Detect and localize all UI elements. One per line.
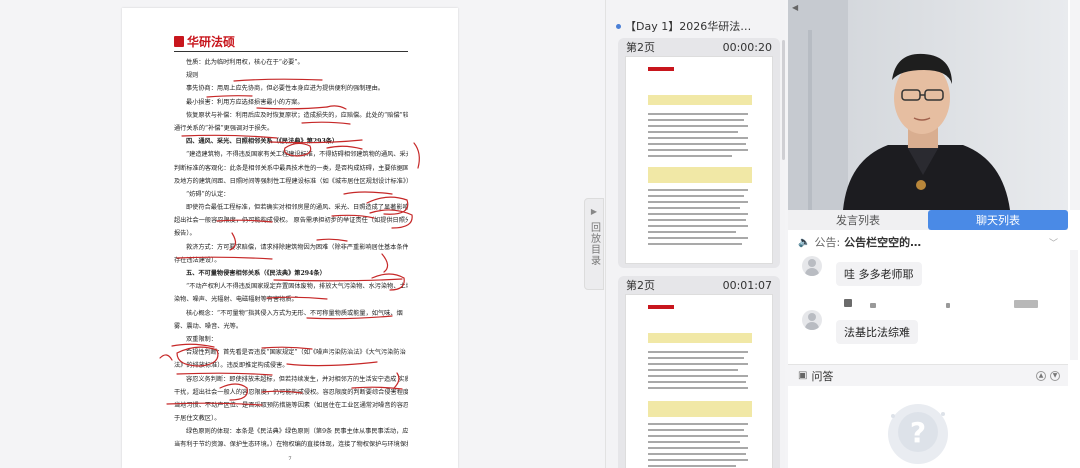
document-line: 最小损害：利用方应选择损害最小的方案。: [186, 98, 304, 106]
qa-icon: ▣: [798, 370, 808, 381]
slide-page-label: 第2页: [626, 279, 655, 292]
document-line: 当有利于节约资源、保护生态环境。）在物权编的直接体现，连接了物权保护与环境保护。: [174, 441, 408, 449]
document-logo-text: 华研法硕: [187, 35, 236, 49]
document-line: 双重限制：: [186, 335, 217, 343]
slide-timestamp: 00:00:20: [722, 40, 772, 54]
course-title: 【Day 1】2026华研法…: [616, 18, 751, 34]
slide-timestamp: 00:01:07: [722, 278, 772, 292]
header-rule: [174, 51, 408, 52]
document-line: 性质：此为临时利用权，核心在于“必要”。: [186, 59, 304, 66]
expand-arrow-icon: ▶: [590, 207, 598, 216]
slide-card[interactable]: 第2页 00:00:20: [618, 38, 780, 268]
document-line: 法》的排放标准）。违反即推定构成侵害。: [174, 362, 289, 370]
tab-speaker-list[interactable]: 发言列表: [788, 210, 928, 230]
document-page: 华研法硕 性质：此为临时利用权，核心在于“必要”。 规则事先协商：用周上应先协商，…: [122, 8, 458, 468]
avatar: [802, 256, 822, 276]
playback-directory-panel: 【Day 1】2026华研法… 第2页 00:00:20 第2页 00:01:0…: [605, 0, 785, 468]
brand-logo-icon: [174, 36, 184, 47]
document-line: 干扰，超出社会一般人的容忍限度，仍可能构成侵权。容忍限度的判断要综合侵害程度、: [174, 388, 408, 396]
course-title-text: 【Day 1】2026华研法…: [625, 20, 752, 33]
playback-directory-label: 回放目录: [588, 222, 600, 266]
document-line: 存在违法建设）。: [174, 256, 221, 264]
document-line: 雾、震动、噪音、光等。: [174, 322, 243, 330]
document-line: 绿色原则的体现：本条是《民法典》绿色原则（第9条 民事主体从事民事活动，应: [186, 428, 408, 436]
document-line: 于居住文教区）。: [174, 415, 221, 423]
bullet-icon: [616, 23, 621, 29]
expand-down-icon[interactable]: ▼: [1050, 370, 1060, 381]
panel-scrollbar[interactable]: [1070, 0, 1080, 210]
list-tabs: 发言列表 聊天列表: [788, 210, 1068, 230]
announcement-bar[interactable]: 🔈 公告: 公告栏空空的… ﹀: [798, 234, 1068, 250]
chevron-down-icon[interactable]: ﹀: [1049, 236, 1058, 249]
qa-title: 问答: [811, 369, 834, 383]
document-line: 规则: [186, 72, 199, 80]
document-line: 通行关系的“补偿”更强调对于损失。: [174, 124, 274, 132]
playback-directory-toggle[interactable]: ▶ 回放目录: [584, 198, 604, 290]
empty-question-icon: ?: [888, 404, 948, 464]
avatar: [802, 310, 822, 330]
document-line: “不动产权利人不得违反国家规定弃置固体废物，排放大气污染物、水污染物、土壤污: [186, 283, 408, 291]
directory-scrollbar[interactable]: [782, 40, 785, 160]
teacher-video-frame: [788, 0, 1068, 210]
right-panel: ◀ 发言列表 聊天列表 🔈 公告: 公告栏空空的… ﹀ 哇 多多老师耶 法基比法…: [788, 0, 1080, 468]
chat-scrollbar[interactable]: [1070, 250, 1078, 360]
slide-page-label: 第2页: [626, 41, 655, 54]
slide-card[interactable]: 第2页 00:01:07: [618, 276, 780, 468]
collapse-left-icon[interactable]: ◀: [792, 3, 798, 12]
document-line: 即使符合最低工程标准，但若确实对相邻房屋的通风、采光、日照造成了显著影响，且: [186, 204, 408, 212]
document-text: 性质：此为临时利用权，核心在于“必要”。 规则事先协商：用周上应先协商，但必要性本…: [174, 56, 408, 452]
document-viewer: 华研法硕 性质：此为临时利用权，核心在于“必要”。 规则事先协商：用周上应先协商，…: [0, 0, 585, 468]
document-line: 及地方的建筑间距、日照时间等强制性工程建设标准（如《城市居住区规划设计标准》）: [174, 177, 408, 185]
teacher-video[interactable]: ◀: [788, 0, 1068, 210]
chat-message: 哇 多多老师耶: [836, 262, 922, 286]
document-line: “妨碍”的认定：: [186, 190, 230, 198]
announcement-label: 公告:: [814, 236, 841, 249]
document-line: 五、不可量物侵害相邻关系（《民法典》第294条）: [186, 270, 326, 277]
document-line: 四、通风、采光、日照相邻关系（《民法典》第293条）: [186, 138, 339, 146]
document-logo: 华研法硕: [174, 33, 235, 50]
document-line: 染物、噪声、光辐射、电磁辐射等有害物质。”: [174, 296, 298, 304]
qa-header: ▣ 问答 ▲ ▼: [788, 364, 1068, 386]
tab-chat-list[interactable]: 聊天列表: [928, 210, 1068, 230]
slide-thumbnail[interactable]: [625, 56, 773, 264]
document-line: 当地习惯、不动产区位、是否采取预防措施等因素（如居住在工业区通常对噪音的容忍度高: [174, 401, 408, 409]
collapse-up-icon[interactable]: ▲: [1036, 370, 1046, 381]
document-line: 救济方式：方可要求赔偿，请求排除建筑物因为困难（除非严重影响居住基本条件或: [186, 243, 408, 251]
document-line: 恢复原状与补偿：利用后应及时恢复原状；造成损失的，应赔偿。此处的“赔偿”较: [186, 111, 408, 119]
speaker-icon: 🔈: [798, 236, 811, 248]
document-line: 超出社会一般容忍限度，仍可能构成侵权。 原告需承担初步的举证责任（如提供日照分析: [174, 217, 408, 225]
document-line: 事先协商：用周上应先协商，但必要性本身应进为提供便利的强制理由。: [186, 85, 384, 93]
announcement-text: 公告栏空空的…: [844, 236, 922, 249]
page-number: 7: [288, 456, 292, 462]
svg-text:?: ?: [910, 416, 926, 449]
document-line: 合规性判断：首先看是否违反“国家规定”（如《噪声污染防治法》《大气污染防治: [186, 349, 406, 357]
document-line: 容忍义务判断：即使排放未超标，但若持续发生，并对相邻方的生活安宁造成 实质性: [186, 375, 408, 383]
document-line: 报告）。: [174, 230, 196, 238]
document-line: “建造建筑物，不得违反国家有关工程建设标准，不得妨碍相邻建筑物的通风、采光和日照…: [186, 151, 408, 159]
slide-thumbnail[interactable]: [625, 294, 773, 468]
chat-message: 法基比法综难: [836, 320, 918, 344]
username-redacted: [844, 299, 852, 307]
document-line: 判断标准的客观化：此条是相邻关系中最具技术性的一类，是否构成妨碍，主要依据国家: [174, 164, 408, 172]
document-line: 核心概念：“不可量物”指其侵入方式为无形、不可称量物质或能量，如气味、烟: [186, 309, 403, 317]
